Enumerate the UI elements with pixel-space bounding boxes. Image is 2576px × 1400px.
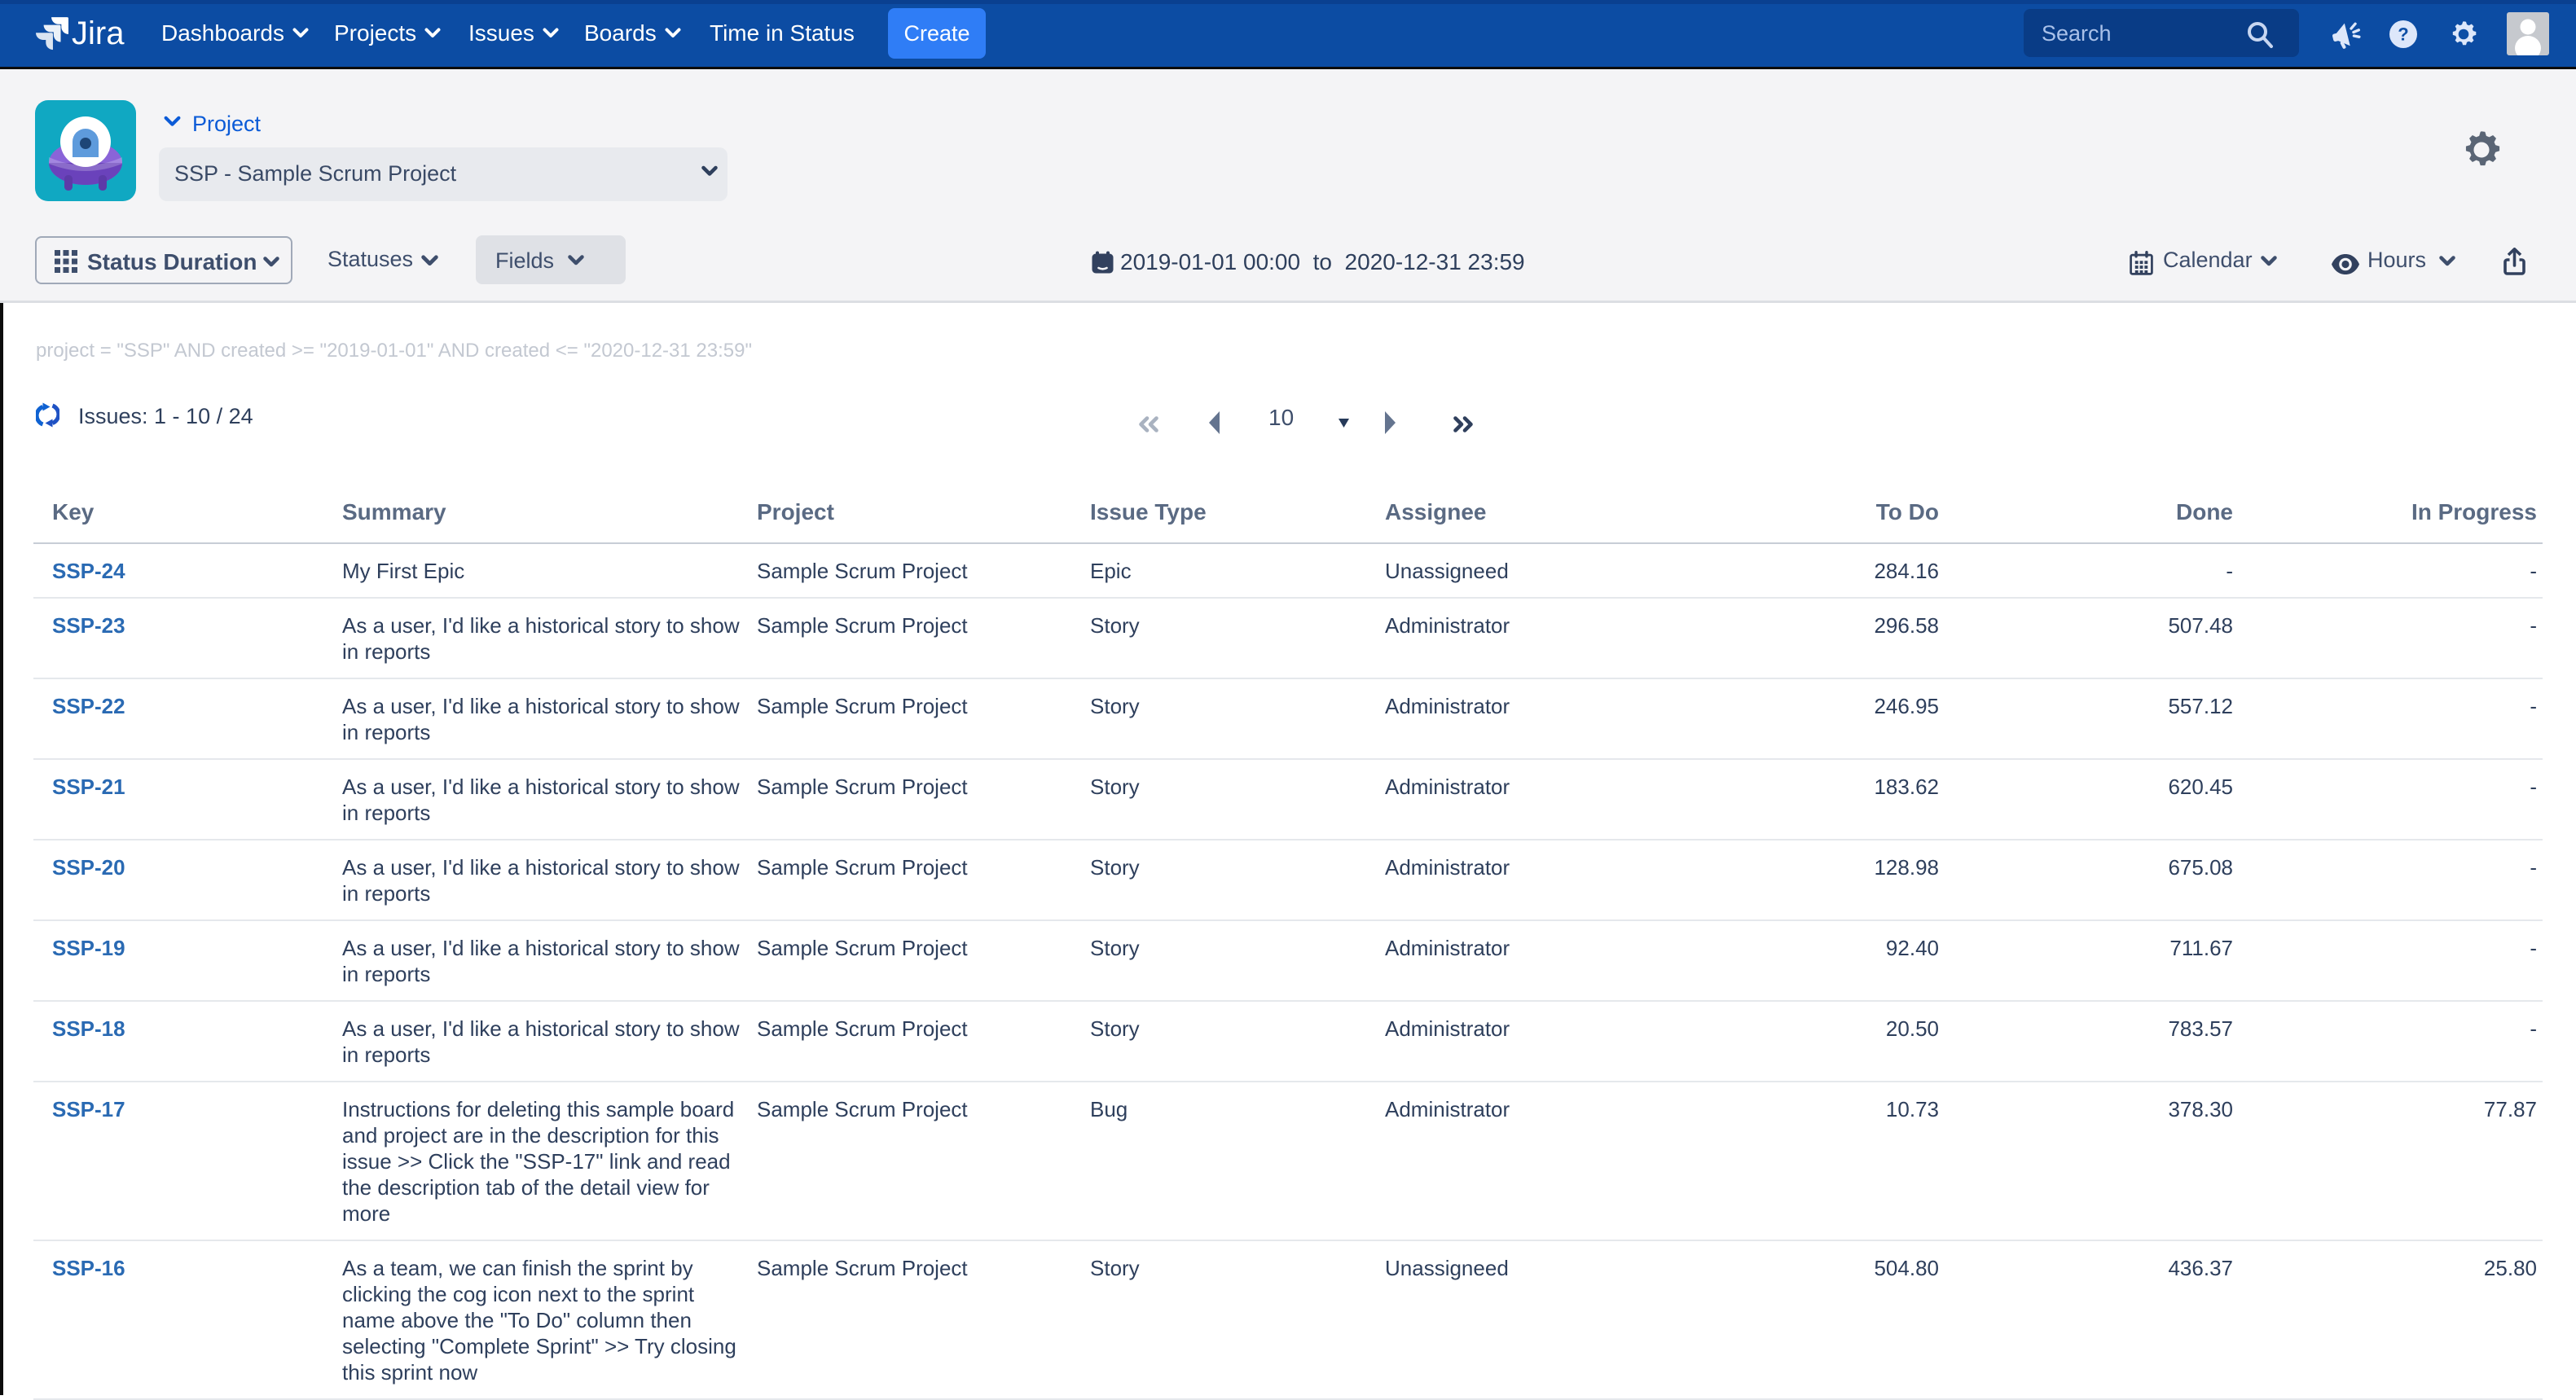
svg-text:?: ?	[2398, 24, 2408, 45]
